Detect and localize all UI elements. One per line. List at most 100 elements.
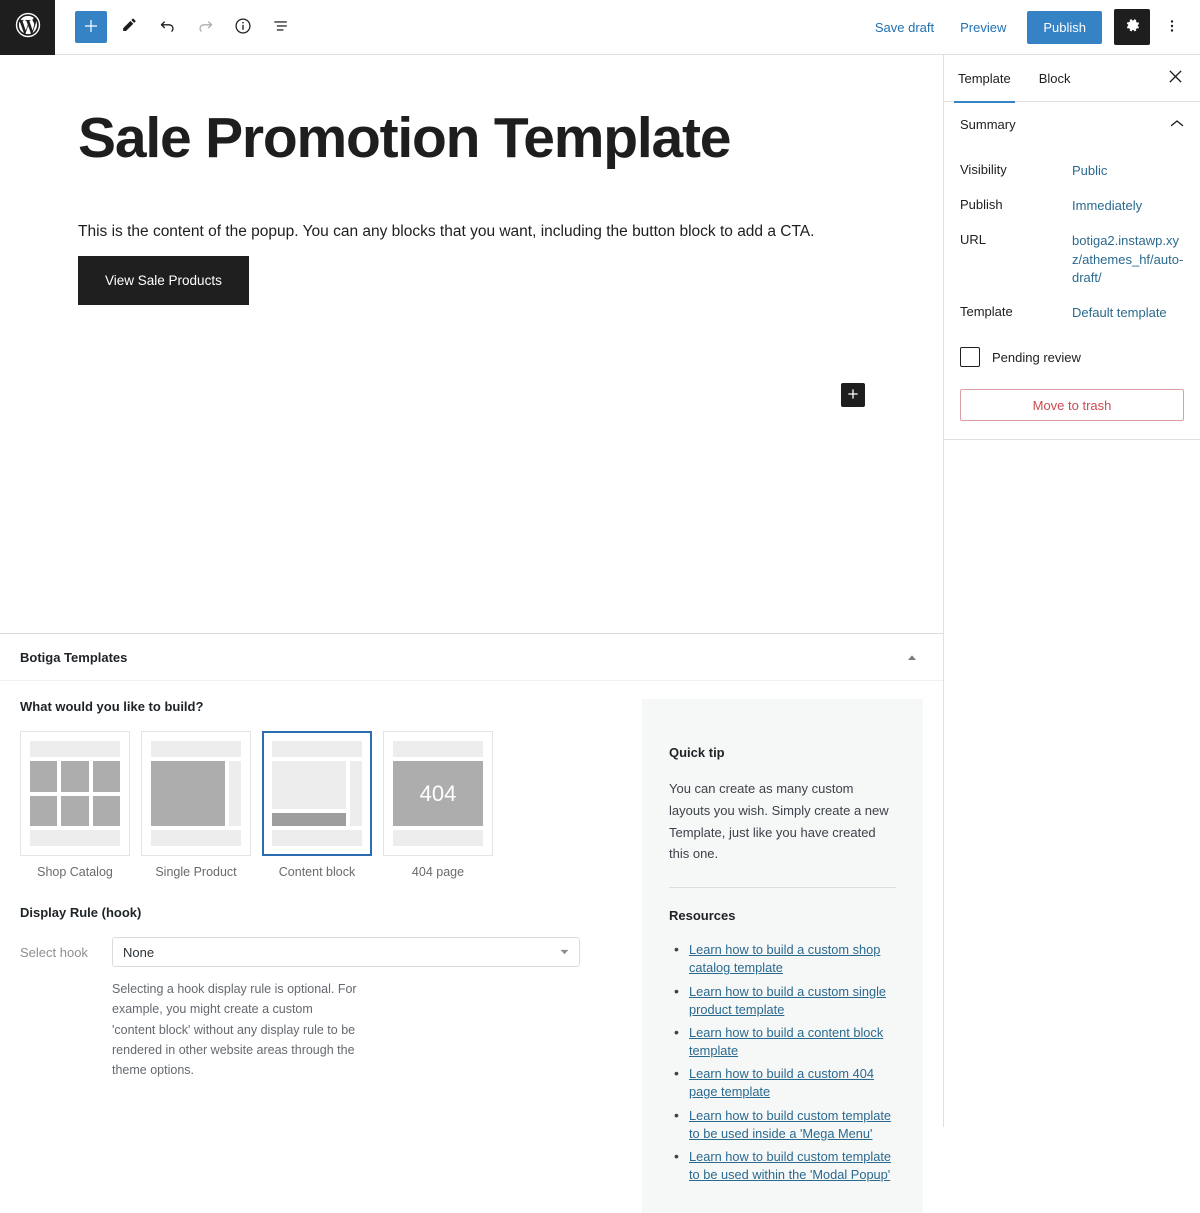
tab-block[interactable]: Block	[1025, 55, 1085, 102]
resource-link[interactable]: Learn how to build a custom 404 page tem…	[689, 1066, 874, 1099]
publish-actions-group: Save draft Preview Publish	[864, 9, 1200, 45]
pending-review-label: Pending review	[992, 349, 1081, 365]
select-hook-dropdown[interactable]: None	[112, 937, 580, 967]
summary-row-url: URL botiga2.instawp.xyz/athemes_hf/auto-…	[960, 232, 1184, 289]
summary-row-publish: Publish Immediately	[960, 197, 1184, 216]
block-inserter-button[interactable]	[841, 383, 865, 407]
resource-link[interactable]: Learn how to build custom template to be…	[689, 1149, 891, 1182]
template-type-chooser: Shop Catalog Single Product Content bloc…	[20, 731, 620, 879]
url-value-button[interactable]: botiga2.instawp.xyz/athemes_hf/auto-draf…	[1072, 232, 1184, 289]
pending-review-checkbox[interactable]	[960, 347, 980, 368]
preview-button[interactable]: Preview	[949, 13, 1017, 42]
settings-toggle-button[interactable]	[1114, 9, 1150, 45]
edit-tool-button[interactable]	[113, 11, 145, 43]
publish-button[interactable]: Publish	[1027, 10, 1102, 44]
skeleton-header-bar	[393, 741, 483, 757]
metabox-body: What would you like to build? Shop Catal…	[0, 681, 943, 1213]
editor-tools-group	[55, 11, 297, 43]
metabox-side-column: Quick tip You can create as many custom …	[620, 699, 923, 1213]
add-block-button[interactable]	[75, 11, 107, 43]
pencil-icon	[120, 16, 139, 38]
template-option-404-page[interactable]: 404 404 page	[383, 731, 493, 879]
chevron-down-icon	[560, 947, 569, 957]
quick-tip-heading: Quick tip	[669, 745, 725, 760]
sidebar-tabs: Template Block	[944, 55, 1200, 103]
template-thumbnail-single-product[interactable]	[141, 731, 251, 856]
metabox-main-column: What would you like to build? Shop Catal…	[20, 699, 620, 1127]
template-thumbnail-content-block[interactable]	[262, 731, 372, 856]
close-icon	[1168, 69, 1183, 87]
skeleton-footer-bar	[272, 830, 362, 846]
template-option-shop-catalog[interactable]: Shop Catalog	[20, 731, 130, 879]
skeleton-product-grid	[30, 761, 120, 826]
settings-sidebar: Template Block Summary Visibility Public…	[944, 55, 1200, 1127]
row-label: URL	[960, 231, 987, 247]
list-item: Learn how to build custom template to be…	[671, 1106, 896, 1143]
pending-review-row: Pending review	[960, 347, 1184, 368]
list-item: Learn how to build a custom shop catalog…	[671, 940, 896, 977]
row-label: Visibility	[960, 162, 1007, 177]
cta-button-block[interactable]: View Sale Products	[78, 255, 249, 305]
editor-left-column: Sale Promotion Template This is the cont…	[0, 55, 944, 1213]
template-option-content-block[interactable]: Content block	[262, 731, 372, 879]
details-button[interactable]	[227, 11, 259, 43]
summary-panel-header[interactable]: Summary	[960, 102, 1184, 146]
template-thumbnail-404-page[interactable]: 404	[383, 731, 493, 856]
row-label: Template	[960, 304, 1013, 320]
template-value-button[interactable]: Default template	[1072, 304, 1167, 323]
list-item: Learn how to build custom template to be…	[671, 1147, 896, 1184]
skeleton-footer-bar	[30, 830, 120, 846]
summary-panel: Summary Visibility Public Publish Immedi…	[944, 102, 1200, 441]
select-hook-row: Select hook None Selecting a hook displa…	[20, 937, 620, 1080]
quick-tip-text: You can create as many custom layouts yo…	[669, 781, 889, 862]
metabox-header[interactable]: Botiga Templates	[0, 634, 943, 681]
editor-top-bar: Save draft Preview Publish	[0, 0, 1200, 55]
metabox-title: Botiga Templates	[20, 649, 128, 665]
select-hook-label: Select hook	[20, 945, 88, 960]
publish-date-value-button[interactable]: Immediately	[1072, 197, 1142, 216]
chevron-up-icon	[907, 650, 917, 665]
select-hook-field: None Selecting a hook display rule is op…	[112, 937, 580, 1080]
plus-icon	[82, 17, 100, 38]
skeleton-footer-bar	[393, 830, 483, 846]
resource-link[interactable]: Learn how to build a custom single produ…	[689, 984, 886, 1017]
page-title[interactable]: Sale Promotion Template	[78, 107, 865, 170]
undo-button[interactable]	[151, 11, 183, 43]
redo-arrow-icon	[196, 16, 215, 38]
move-to-trash-button[interactable]: Move to trash	[960, 389, 1184, 422]
undo-arrow-icon	[158, 16, 177, 38]
more-options-button[interactable]	[1156, 9, 1188, 45]
display-rule-section: Display Rule (hook) Select hook None Sel…	[20, 905, 620, 1080]
metabox-collapse-button[interactable]	[901, 646, 923, 668]
paragraph-block[interactable]: This is the content of the popup. You ca…	[78, 220, 865, 243]
gear-icon	[1123, 16, 1142, 38]
resources-list: Learn how to build a custom shop catalog…	[669, 940, 896, 1184]
summary-title: Summary	[960, 116, 1016, 132]
chevron-up-icon[interactable]	[1170, 119, 1184, 129]
redo-button[interactable]	[189, 11, 221, 43]
wordpress-logo-button[interactable]	[0, 0, 55, 55]
list-view-button[interactable]	[265, 11, 297, 43]
divider	[669, 887, 896, 889]
resource-link[interactable]: Learn how to build a custom shop catalog…	[689, 942, 880, 975]
quick-tip-panel: Quick tip You can create as many custom …	[642, 699, 923, 1213]
list-item: Learn how to build a custom single produ…	[671, 982, 896, 1019]
tab-template[interactable]: Template	[944, 55, 1025, 103]
template-option-single-product[interactable]: Single Product	[141, 731, 251, 879]
close-sidebar-button[interactable]	[1158, 61, 1192, 95]
skeleton-header-bar	[30, 741, 120, 757]
block-editor-canvas[interactable]: Sale Promotion Template This is the cont…	[0, 55, 943, 633]
template-label: Content block	[278, 865, 356, 879]
display-rule-label: Display Rule (hook)	[20, 905, 142, 920]
save-draft-button[interactable]: Save draft	[864, 13, 945, 42]
resource-link[interactable]: Learn how to build custom template to be…	[689, 1108, 891, 1141]
skeleton-product-body	[151, 761, 241, 826]
skeleton-header-bar	[272, 741, 362, 757]
visibility-value-button[interactable]: Public	[1072, 162, 1107, 181]
template-thumbnail-shop-catalog[interactable]	[20, 731, 130, 856]
summary-row-template: Template Default template	[960, 304, 1184, 323]
row-label: Publish	[960, 196, 1003, 212]
resource-link[interactable]: Learn how to build a content block templ…	[689, 1025, 883, 1058]
summary-row-visibility: Visibility Public	[960, 162, 1184, 181]
select-hook-value: None	[123, 944, 155, 960]
